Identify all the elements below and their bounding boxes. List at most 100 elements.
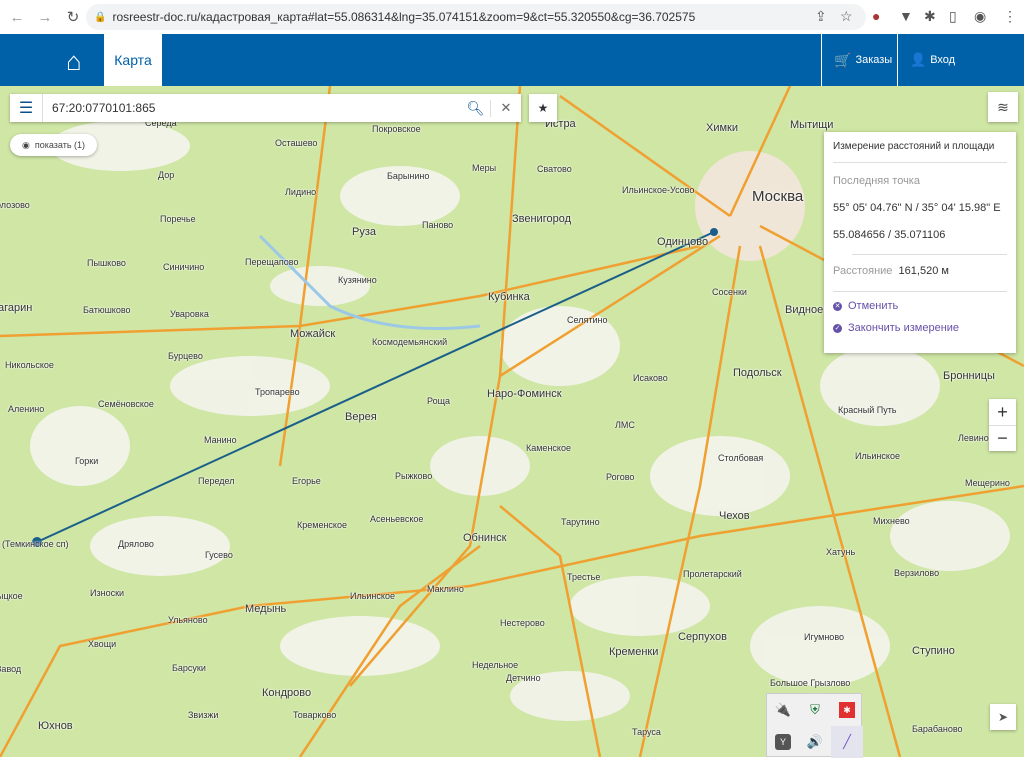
coords-dms: 55° 05' 04.76" N / 35° 04' 15.98" E: [833, 202, 1001, 214]
map-label: Наро-Фоминск: [487, 388, 562, 400]
more-icon[interactable]: ⋮: [1003, 8, 1017, 25]
map-label: Трестье: [567, 572, 601, 582]
map-label: (Темкинское сп): [2, 539, 69, 549]
map-label: Михнево: [873, 516, 910, 526]
reload-icon[interactable]: ↻: [62, 8, 84, 26]
map-label: Подольск: [733, 367, 782, 379]
zoom-in-button[interactable]: +: [989, 399, 1016, 425]
measure-end-point[interactable]: [710, 228, 718, 236]
map-label: Селятино: [567, 315, 608, 325]
app-red-icon[interactable]: ✱: [831, 694, 863, 726]
map-label: Бурцево: [168, 351, 203, 361]
moscow-area: [695, 151, 805, 261]
locate-icon[interactable]: ➤: [990, 704, 1016, 730]
map-label: Аленино: [8, 404, 45, 414]
map-label: Нестерово: [500, 618, 545, 628]
map-label: Паново: [422, 220, 454, 230]
map-label: Химки: [706, 122, 739, 134]
map-label: Мытищи: [790, 119, 834, 131]
map-label: Ильинское-Усово: [622, 185, 695, 195]
map-label: Левино: [958, 433, 989, 443]
layers-icon[interactable]: ≋: [988, 92, 1018, 122]
map-label: Батюшково: [83, 305, 131, 315]
map-label: Космодемьянский: [372, 337, 448, 347]
map-label: ЛМС: [615, 420, 635, 430]
map-label: Верзилово: [894, 568, 940, 578]
close-icon[interactable]: ✕: [491, 100, 521, 116]
map-label: Игумново: [804, 632, 844, 642]
favorites-star-icon[interactable]: ★: [529, 94, 557, 122]
map-label: Рыжково: [395, 471, 433, 481]
map-label: Кузянино: [338, 275, 377, 285]
map-label: Кременки: [609, 646, 659, 658]
security-shield-icon[interactable]: ⛨: [799, 694, 831, 726]
extension-icon[interactable]: ●: [872, 8, 880, 24]
map-label: ыцкое: [0, 591, 23, 601]
cancel-icon: ✕: [833, 301, 842, 311]
menu-icon[interactable]: ☰: [10, 94, 43, 122]
last-point-label: Последняя точка: [833, 175, 920, 187]
puzzle-icon[interactable]: ✱: [924, 8, 936, 25]
show-results-button[interactable]: ◉ показать (1): [10, 134, 98, 156]
zoom-out-button[interactable]: −: [989, 425, 1016, 451]
map-label: Каменское: [526, 443, 571, 453]
map-label: Красный Путь: [838, 405, 897, 415]
map-label: Верея: [345, 411, 377, 423]
forward-icon[interactable]: →: [34, 9, 56, 26]
bookmark-star-icon[interactable]: ☆: [840, 8, 853, 25]
map-label: Чехов: [719, 510, 750, 522]
login-button[interactable]: 👤 Вход: [897, 34, 1024, 86]
map-label: Износки: [90, 588, 125, 598]
extension-shield-icon[interactable]: ▼: [899, 8, 913, 24]
map-label: Завод: [0, 664, 22, 674]
map-label: Маклино: [427, 584, 464, 594]
volume-icon[interactable]: 🔊: [799, 726, 831, 758]
site-header: ⌂ Карта 🛒 Заказы 👤 Вход: [0, 34, 1024, 86]
map-label: Большое Грызлово: [770, 678, 851, 688]
map-label: Кубинка: [488, 291, 530, 303]
yandex-icon[interactable]: Y: [767, 726, 799, 758]
cancel-button[interactable]: ✕ Отменить: [833, 300, 898, 312]
map-label: Юхнов: [38, 720, 73, 732]
map-label: Рогово: [606, 472, 635, 482]
map-label: Хатунь: [826, 547, 856, 557]
usb-icon[interactable]: 🔌: [767, 694, 799, 726]
search-input[interactable]: [43, 101, 461, 115]
map-label: Лидино: [285, 187, 317, 197]
distance-label: Расстояние: [833, 265, 893, 277]
measure-title: Измерение расстояний и площади: [833, 141, 995, 152]
map-label: Бронницы: [943, 370, 995, 382]
map-label: Сватово: [537, 164, 572, 174]
map-label: Барсуки: [172, 663, 206, 673]
sidepanel-icon[interactable]: ▯: [949, 8, 957, 25]
finish-measure-button[interactable]: ✓ Закончить измерение: [833, 322, 959, 334]
map-label: Тропарево: [255, 387, 300, 397]
home-icon[interactable]: ⌂: [66, 46, 82, 77]
pen-icon[interactable]: ╱: [831, 726, 863, 758]
search-icon[interactable]: 🔍︎: [461, 99, 491, 117]
search-bar: ☰ 🔍︎ ✕: [10, 94, 521, 122]
distance-value: 161,520 м: [898, 265, 949, 277]
map-label: Товарково: [293, 710, 337, 720]
map-label: Уваровка: [170, 309, 209, 319]
browser-toolbar: ← → ↻ 🔒 rosreestr-doc.ru/кадастровая_карт…: [0, 0, 1024, 34]
map-label: Руза: [352, 226, 376, 238]
map-label: Столбовая: [718, 453, 764, 463]
tab-map[interactable]: Карта: [104, 34, 162, 86]
map-label: Ступино: [912, 645, 955, 657]
map-label: агарин: [0, 302, 33, 314]
address-bar[interactable]: 🔒 rosreestr-doc.ru/кадастровая_карта#lat=…: [86, 4, 866, 30]
map-label: Звенигород: [512, 213, 572, 225]
map-label: Барабаново: [912, 724, 963, 734]
share-icon[interactable]: ⇪: [815, 8, 827, 25]
orders-button[interactable]: 🛒 Заказы: [821, 34, 897, 86]
map-label: Перещапово: [245, 257, 299, 267]
back-icon[interactable]: ←: [6, 9, 28, 26]
map-label: Исаково: [633, 373, 668, 383]
map-label: Видное: [785, 304, 824, 316]
map-label: Осташево: [275, 138, 318, 148]
map-label: Гусево: [205, 550, 233, 560]
profile-icon[interactable]: ◉: [974, 8, 986, 25]
map[interactable]: Середа Покровское Истра Химки Мытищи Осташево…: [0, 86, 1024, 757]
map-label: Ильинское: [350, 591, 395, 601]
